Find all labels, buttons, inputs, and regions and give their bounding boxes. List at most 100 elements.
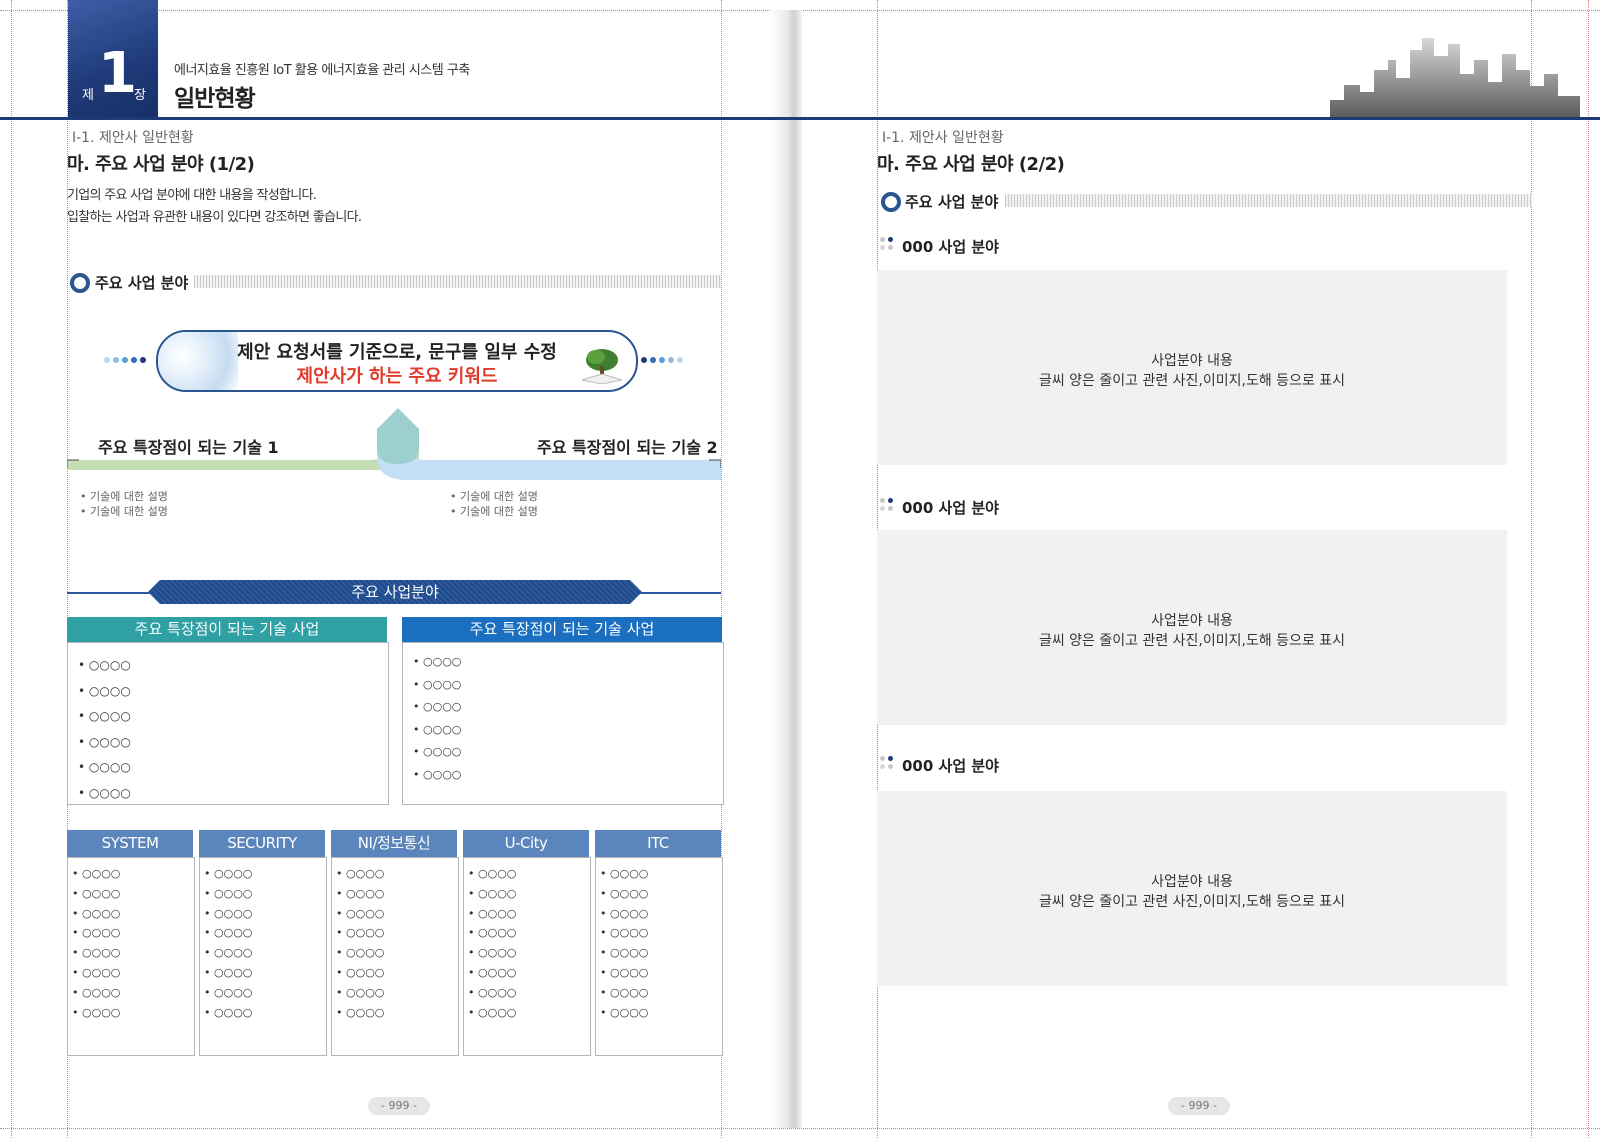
list-item: • ○○○○ xyxy=(336,985,385,999)
guide-line xyxy=(11,0,12,1138)
ring-bullet-icon xyxy=(881,192,901,212)
list-item: • ○○○○ xyxy=(336,926,385,940)
column-list: • ○○○○ • ○○○○ • ○○○○ • ○○○○ • ○○○○ • ○○○… xyxy=(72,864,120,1022)
list-item: • ○○○○ xyxy=(468,926,517,940)
column-header-system: SYSTEM xyxy=(67,830,193,857)
column-list: • ○○○○ • ○○○○ • ○○○○ • ○○○○ • ○○○○ • ○○○… xyxy=(468,864,516,1022)
field-content-line: 글씨 양은 줄이고 관련 사진,이미지,도해 등으로 표시 xyxy=(1038,373,1346,389)
list-item: • ○○○○ xyxy=(78,734,131,749)
page-number: - 999 - xyxy=(368,1097,430,1115)
list-item: • ○○○○ xyxy=(336,946,385,960)
guide-line xyxy=(0,1128,1600,1129)
section-title: 마. 주요 사업 분야 (2/2) xyxy=(877,154,1065,175)
column-header-itc: ITC xyxy=(595,830,721,857)
subhead: 주요 사업 분야 xyxy=(95,274,189,292)
dots-left-icon xyxy=(104,357,152,365)
description-line: 입찰하는 사업과 유관한 내용이 있다면 강조하면 좋습니다. xyxy=(67,210,362,225)
list-item: • ○○○○ xyxy=(413,700,462,713)
list-item: • 기술에 대한 설명 xyxy=(450,490,538,503)
list-item: • ○○○○ xyxy=(600,946,649,960)
dots-bullet-icon xyxy=(880,498,896,514)
field-content-box: 사업분야 내용 글씨 양은 줄이고 관련 사진,이미지,도해 등으로 표시 xyxy=(877,270,1507,465)
box-2: • ○○○○ • ○○○○ • ○○○○ • ○○○○ • ○○○○ • ○○○… xyxy=(402,642,724,805)
list-item: • ○○○○ xyxy=(204,946,253,960)
stripe-divider xyxy=(194,275,721,288)
field-content-line: 사업분야 내용 xyxy=(1151,353,1233,369)
list-item: • ○○○○ xyxy=(413,767,462,781)
column-box: • ○○○○ • ○○○○ • ○○○○ • ○○○○ • ○○○○ • ○○○… xyxy=(67,857,195,1056)
list-item: • ○○○○ xyxy=(600,886,649,900)
column-box: • ○○○○ • ○○○○ • ○○○○ • ○○○○ • ○○○○ • ○○○… xyxy=(595,857,723,1056)
breadcrumb: Ⅰ-1. 제안사 일반현황 xyxy=(882,130,1004,146)
list-item: • 기술에 대한 설명 xyxy=(80,505,168,518)
stripe-divider xyxy=(1005,194,1532,207)
column-list: • ○○○○ • ○○○○ • ○○○○ • ○○○○ • ○○○○ • ○○○… xyxy=(600,864,648,1022)
list-item: • ○○○○ xyxy=(336,886,385,900)
description-line: 기업의 주요 사업 분야에 대한 내용을 작성합니다. xyxy=(67,188,317,203)
description: 기업의 주요 사업 분야에 대한 내용을 작성합니다. 입찰하는 사업과 유관한… xyxy=(67,185,362,229)
list-item: • ○○○○ xyxy=(78,760,131,774)
project-title: 에너지효율 진흥원 IoT 활용 에너지효율 관리 시스템 구축 xyxy=(174,63,470,78)
field-content-line: 사업분야 내용 xyxy=(1151,874,1233,890)
tech-1-title: 주요 특장점이 되는 기술 1 xyxy=(98,438,279,457)
list-item: • ○○○○ xyxy=(204,985,253,999)
list-item: • ○○○○ xyxy=(600,965,649,979)
keyword-pill: 제안 요청서를 기준으로, 문구를 일부 수정 제안사가 하는 주요 키워드 xyxy=(156,330,638,392)
list-item: • ○○○○ xyxy=(413,677,462,691)
list-item: • ○○○○ xyxy=(600,867,649,880)
list-item: • ○○○○ xyxy=(72,867,121,880)
column-box: • ○○○○ • ○○○○ • ○○○○ • ○○○○ • ○○○○ • ○○○… xyxy=(199,857,327,1056)
list-item: • ○○○○ xyxy=(600,906,649,920)
list-item: • ○○○○ xyxy=(468,965,517,979)
chapter-number: 1 xyxy=(98,41,137,106)
list-item: • ○○○○ xyxy=(336,1005,385,1019)
list-item: • ○○○○ xyxy=(78,683,131,698)
ring-bullet-icon xyxy=(70,273,90,293)
field-content-line: 글씨 양은 줄이고 관련 사진,이미지,도해 등으로 표시 xyxy=(1038,894,1346,910)
column-header-ni: NI/정보통신 xyxy=(331,830,457,857)
field-label: 000 사업 분야 xyxy=(902,499,999,517)
subhead: 주요 사업 분야 xyxy=(905,193,999,211)
chapter-title: 일반현황 xyxy=(174,86,256,112)
list-item: • ○○○○ xyxy=(72,886,121,900)
list-item: • ○○○○ xyxy=(600,926,649,940)
box-1-header: 주요 특장점이 되는 기술 사업 xyxy=(67,617,387,642)
box-1-list: • ○○○○ • ○○○○ • ○○○○ • ○○○○ • ○○○○ • ○○○… xyxy=(78,653,131,806)
list-item: • ○○○○ xyxy=(78,658,131,672)
list-item: • ○○○○ xyxy=(336,906,385,920)
dots-bullet-icon xyxy=(880,237,896,253)
list-item: • ○○○○ xyxy=(600,1005,649,1019)
field-label: 000 사업 분야 xyxy=(902,757,999,775)
column-list: • ○○○○ • ○○○○ • ○○○○ • ○○○○ • ○○○○ • ○○○… xyxy=(204,864,252,1022)
field-content-box: 사업분야 내용 글씨 양은 줄이고 관련 사진,이미지,도해 등으로 표시 xyxy=(877,530,1507,725)
list-item: • ○○○○ xyxy=(72,985,121,999)
list-item: • ○○○○ xyxy=(72,926,121,940)
business-banner: 주요 사업분야 xyxy=(148,580,642,604)
list-item: • ○○○○ xyxy=(204,906,253,920)
field-content-line: 글씨 양은 줄이고 관련 사진,이미지,도해 등으로 표시 xyxy=(1038,633,1346,649)
list-item: • ○○○○ xyxy=(72,906,121,920)
page-spine xyxy=(770,10,802,1128)
list-item: • ○○○○ xyxy=(413,655,462,668)
list-item: • ○○○○ xyxy=(204,926,253,940)
chapter-tab: 제 1 장 xyxy=(68,0,158,117)
field-content-line: 사업분야 내용 xyxy=(1151,613,1233,629)
section-title: 마. 주요 사업 분야 (1/2) xyxy=(67,154,255,175)
header-rule xyxy=(0,117,1600,120)
guide-line xyxy=(1531,0,1532,1138)
list-item: • 기술에 대한 설명 xyxy=(450,505,538,518)
dots-bullet-icon xyxy=(880,756,896,772)
list-item: • ○○○○ xyxy=(413,745,462,758)
keyword-line-1: 제안 요청서를 기준으로, 문구를 일부 수정 xyxy=(237,342,557,363)
list-item: • ○○○○ xyxy=(468,1005,517,1019)
list-item: • ○○○○ xyxy=(600,985,649,999)
column-box: • ○○○○ • ○○○○ • ○○○○ • ○○○○ • ○○○○ • ○○○… xyxy=(463,857,591,1056)
list-item: • ○○○○ xyxy=(468,886,517,900)
column-header-security: SECURITY xyxy=(199,830,325,857)
list-item: • ○○○○ xyxy=(468,946,517,960)
list-item: • ○○○○ xyxy=(336,867,385,880)
column-list: • ○○○○ • ○○○○ • ○○○○ • ○○○○ • ○○○○ • ○○○… xyxy=(336,864,384,1022)
list-item: • ○○○○ xyxy=(468,985,517,999)
list-item: • ○○○○ xyxy=(72,1005,121,1019)
list-item: • ○○○○ xyxy=(468,867,517,880)
